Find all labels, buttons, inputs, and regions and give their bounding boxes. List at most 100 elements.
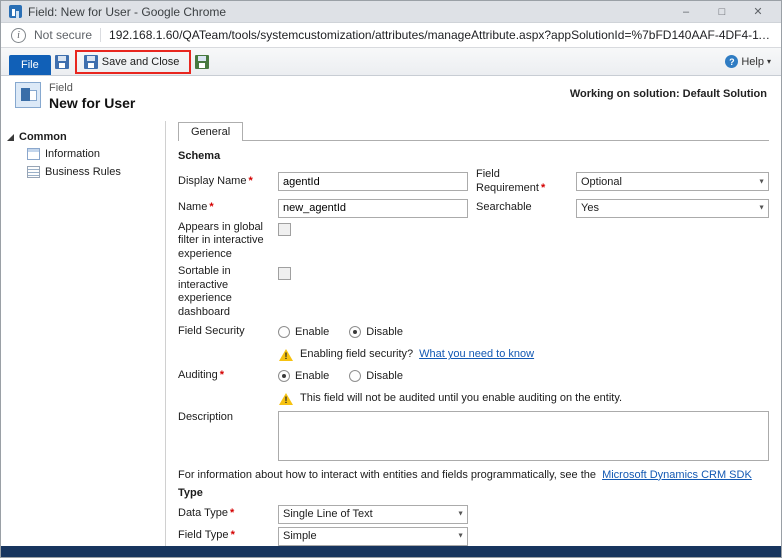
data-type-select[interactable]: Single Line of Text [278,505,468,524]
data-type-label: Data Type* [178,507,270,521]
close-button[interactable]: ✕ [743,5,773,18]
display-name-row: Display Name* Field Requirement* Optiona… [178,168,769,196]
address-separator [100,28,101,42]
label-text: Name [178,201,207,213]
auditing-enable-label: Enable [295,370,329,382]
auditing-label: Auditing* [178,369,270,383]
dynamics-app-icon [9,5,22,18]
sortable-row: Sortable in interactive experience dashb… [178,265,769,320]
field-type-select[interactable]: Simple [278,527,468,546]
field-requirement-select[interactable]: Optional [576,172,769,191]
label-text: Searchable [476,201,532,213]
field-entity-icon [15,82,41,108]
sdk-link[interactable]: Microsoft Dynamics CRM SDK [602,469,752,481]
required-asterisk: * [248,175,252,187]
save-and-close-label: Save and Close [102,56,180,68]
minimize-button[interactable]: – [671,6,701,18]
global-filter-label: Appears in global filter in interactive … [178,221,270,262]
field-security-enable-label: Enable [295,326,329,338]
searchable-select[interactable]: Yes [576,199,769,218]
required-asterisk: * [231,529,235,541]
auditing-enable-radio[interactable] [278,370,290,382]
tab-bar: General [178,121,769,141]
display-name-label: Display Name* [178,175,270,189]
security-warning-link[interactable]: What you need to know [419,348,534,360]
global-filter-checkbox[interactable] [278,223,291,236]
field-requirement-label: Field Requirement* [476,168,568,196]
sidebar-group-common[interactable]: Common [1,129,165,145]
main-panel: General Schema Display Name* Field Requi… [166,121,781,546]
sidebar-item-label: Information [45,148,100,160]
field-security-label: Field Security [178,325,270,339]
label-text: Field Type [178,529,229,541]
data-type-row: Data Type* Single Line of Text [178,505,769,524]
help-label: Help [741,56,764,68]
searchable-label: Searchable [476,201,568,215]
information-icon [27,148,40,160]
business-rules-icon [27,166,40,178]
save-and-new-button[interactable] [191,53,213,71]
maximize-button[interactable]: □ [707,6,737,18]
field-security-options: Enable Disable [278,326,769,338]
label-text: Auditing [178,369,218,381]
auditing-disable-radio[interactable] [349,370,361,382]
selected-value: Simple [283,530,317,542]
field-type-label: Field Type* [178,529,270,543]
window-title: Field: New for User - Google Chrome [28,5,226,19]
warning-icon: ! [278,348,294,361]
required-asterisk: * [541,182,545,194]
save-and-close-icon [84,55,98,69]
sortable-checkbox[interactable] [278,267,291,280]
field-security-row: Field Security Enable Disable [178,323,769,342]
required-asterisk: * [220,369,224,381]
field-form: Schema Display Name* Field Requirement* … [178,141,769,546]
url-text[interactable]: 192.168.1.60/QATeam/tools/systemcustomiz… [109,28,771,42]
sidebar-item-information[interactable]: Information [1,145,165,163]
status-bar [1,546,781,557]
name-input[interactable] [278,199,468,218]
address-bar: i Not secure 192.168.1.60/QATeam/tools/s… [1,23,781,48]
security-warning-text: Enabling field security? [300,348,413,360]
save-button[interactable] [51,53,73,71]
field-security-disable-label: Disable [366,326,403,338]
header-text-block: Field New for User [49,82,135,111]
auditing-options: Enable Disable [278,370,769,382]
tab-general[interactable]: General [178,122,243,141]
label-text: Display Name [178,175,246,187]
schema-section-header: Schema [178,150,769,162]
collapse-triangle-icon [7,134,14,141]
auditing-disable-label: Disable [366,370,403,382]
selected-value: Single Line of Text [283,508,373,520]
auditing-warning: ! This field will not be audited until y… [278,391,769,406]
warning-exclamation: ! [278,351,294,361]
label-text: Field Requirement [476,168,539,194]
sortable-label: Sortable in interactive experience dashb… [178,265,270,320]
sidebar-item-business-rules[interactable]: Business Rules [1,163,165,181]
page-title: New for User [49,95,135,111]
auditing-warning-text: This field will not be audited until you… [300,392,622,404]
annotation-highlight-box: Save and Close [75,50,192,74]
name-row: Name* Searchable Yes [178,199,769,218]
save-and-close-button[interactable]: Save and Close [80,53,184,71]
window-titlebar: Field: New for User - Google Chrome – □ … [1,1,781,23]
field-security-enable-radio[interactable] [278,326,290,338]
help-button[interactable]: ? Help ▾ [725,55,771,68]
info-icon[interactable]: i [11,28,26,43]
description-label: Description [178,411,270,425]
selected-value: Optional [581,176,622,188]
sidebar: Common Information Business Rules [1,121,166,546]
not-secure-label[interactable]: Not secure [34,28,92,42]
crm-toolbar: File Save and Close ? Help ▾ [1,48,781,76]
description-textarea[interactable] [278,411,769,461]
content-area: Common Information Business Rules Genera… [1,121,781,546]
auditing-row: Auditing* Enable Disable [178,367,769,386]
type-section-header: Type [178,487,769,499]
sidebar-group-label: Common [19,131,67,143]
file-tab[interactable]: File [9,55,51,75]
warning-icon: ! [278,392,294,405]
auditing-warning-row: ! This field will not be audited until y… [178,389,769,408]
entity-type-label: Field [49,82,135,94]
field-type-row: Field Type* Simple [178,527,769,546]
field-security-disable-radio[interactable] [349,326,361,338]
display-name-input[interactable] [278,172,468,191]
